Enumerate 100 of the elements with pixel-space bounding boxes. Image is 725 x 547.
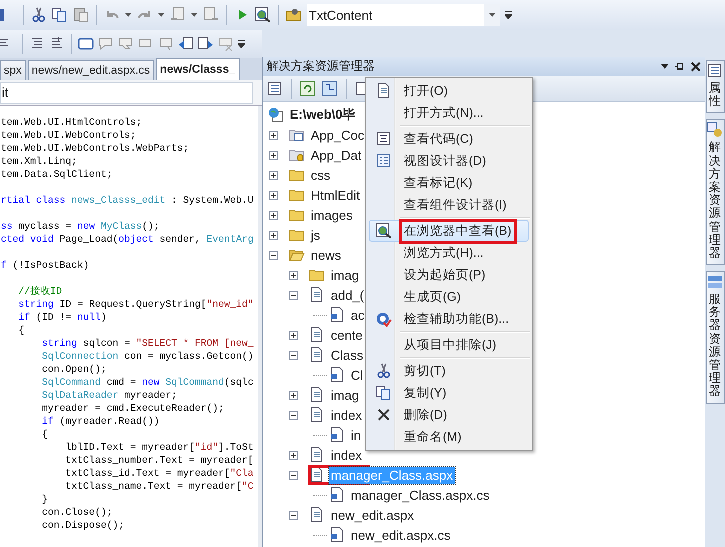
tree-item[interactable]: index [329,406,364,424]
caret-icon[interactable] [158,13,165,17]
page-icon [376,83,392,99]
expand-icon[interactable] [269,170,278,180]
code-line: lblID.Text = myreader["id"].ToSt [64,441,254,454]
page-icon [309,387,325,403]
member-dropdown[interactable]: it [0,82,253,104]
code-line: txtClass_number.Text = myreader[ [64,454,254,467]
tree-item[interactable]: js [309,226,322,244]
tree-item[interactable]: HtmlEdit [309,186,362,204]
tree-item[interactable]: cente [329,326,365,344]
tree-item[interactable]: new_edit.aspx [329,506,416,524]
code-line: SqlConnection con = myclass.Getcon() [41,350,254,363]
tree-item[interactable]: ac [349,306,367,324]
code-line: { [41,428,48,441]
expand-icon[interactable] [289,330,298,340]
tree-item[interactable]: App_Dat [309,146,364,164]
collapse-icon[interactable] [289,290,298,300]
paste-icon[interactable] [73,7,89,23]
pin-icon[interactable] [675,62,685,72]
expand-icon[interactable] [289,450,298,460]
expand-icon[interactable] [269,230,278,240]
expand-icon[interactable] [269,190,278,200]
tree-item[interactable]: E:\web\0毕 [288,105,358,125]
tree-item[interactable]: new_edit.aspx.cs [349,526,453,544]
menu-item[interactable]: 在浏览器中查看(B) [369,220,529,242]
collapse-icon[interactable] [269,250,278,260]
tree-item[interactable]: news [309,246,344,264]
code-file-icon [329,307,345,323]
tree-item[interactable]: Class [329,346,366,364]
expand-icon[interactable] [289,270,298,280]
refresh-icon[interactable] [300,80,316,96]
code-comment: //接收ID [18,285,62,298]
tree-item[interactable]: add_( [329,286,366,304]
overflow-icon[interactable] [505,11,512,19]
collapse-icon[interactable] [289,470,298,480]
tree-item[interactable]: Cl [349,366,366,384]
menu-item[interactable]: 从项目中排除(J) [369,334,529,356]
menu-item[interactable]: 打开方式(N)... [369,102,529,124]
find-in-files-icon[interactable] [286,7,302,23]
caret-icon[interactable] [488,13,496,17]
tree-item[interactable]: imag [329,266,362,284]
dropdown-icon[interactable] [661,64,669,69]
side-tab[interactable]: 解决方案资源管理器 [706,119,724,266]
menu-item[interactable]: 设为起始页(P) [369,264,529,286]
collapse-icon[interactable] [289,510,298,520]
editor-tab[interactable]: news/Classs_ [156,58,240,80]
collapse-icon[interactable] [289,350,298,360]
overflow-icon[interactable] [238,40,245,48]
code-line: con.Close(); [41,506,113,519]
caret-icon[interactable] [125,13,132,17]
expand-icon[interactable] [269,150,278,160]
menu-item[interactable]: 重命名(M) [369,426,529,448]
properties-icon[interactable] [267,80,283,96]
code-line: tem.Web.UI.WebControls.WebParts; [0,142,190,155]
side-tab[interactable]: 属性 [706,60,724,114]
code-line: string sqlcon = "SELECT * FROM [new_ [41,337,254,350]
cut-icon[interactable] [31,7,47,23]
editor-tab[interactable]: news/new_edit.aspx.cs [28,60,154,80]
menu-item[interactable]: 生成页(G) [369,286,529,308]
previous-bookmark-icon[interactable] [178,36,194,52]
browser-view-icon[interactable] [255,7,271,23]
code-line: txtClass_name.Text = myreader["C [64,480,254,493]
tree-item[interactable]: App_Coc [309,126,366,144]
server-icon [707,274,723,290]
copy-icon[interactable] [52,7,68,23]
code-line: con.Open(); [41,363,107,376]
caret-icon[interactable] [191,13,198,17]
expand-icon[interactable] [289,390,298,400]
delete-icon [376,407,392,423]
side-tab[interactable]: 服务器资源管理器 [706,271,724,404]
collapse-icon[interactable] [289,410,298,420]
tree-item[interactable]: images [309,206,355,224]
menu-item[interactable]: 查看代码(C) [369,128,529,150]
find-combo-box[interactable]: TxtContent [307,4,500,26]
menu-item[interactable]: 视图设计器(D) [369,150,529,172]
menu-item[interactable]: 查看标记(K) [369,172,529,194]
menu-item[interactable]: 浏览方式(H)... [369,242,529,264]
tree-item[interactable]: index [329,446,364,464]
editor-tab[interactable]: spx [0,60,26,80]
menu-item[interactable]: 检查辅助功能(B)... [369,308,529,330]
expand-icon[interactable] [269,210,278,220]
code-line: f (!IsPostBack) [0,259,90,272]
menu-item[interactable]: 删除(D) [369,404,529,426]
nest-files-icon[interactable] [322,80,338,96]
code-line: cted void Page_Load(object sender, EventArg [0,233,254,246]
tree-item[interactable]: manager_Class.aspx.cs [349,486,492,504]
tree-item[interactable]: in [349,426,364,444]
expand-icon[interactable] [269,130,278,140]
page-icon [309,347,325,363]
code-file-icon [329,527,345,543]
tree-item[interactable]: css [309,166,332,184]
close-icon[interactable] [691,62,701,72]
menu-item[interactable]: 剪切(T) [369,360,529,382]
menu-item[interactable]: 复制(Y) [369,382,529,404]
next-bookmark-icon[interactable] [198,36,214,52]
menu-item[interactable]: 查看组件设计器(I) [369,194,529,216]
rectangle-icon[interactable] [78,36,94,52]
tree-item[interactable]: imag [329,386,362,404]
code-line: myreader = cmd.ExecuteReader(); [41,402,224,415]
